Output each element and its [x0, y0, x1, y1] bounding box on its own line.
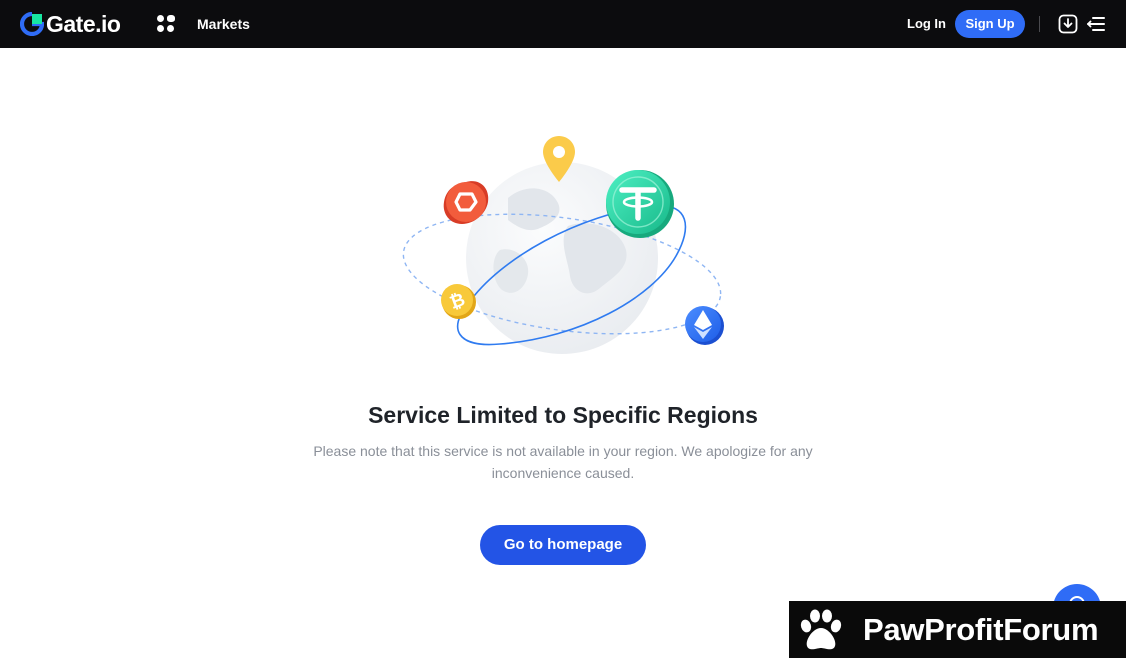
go-to-homepage-button[interactable]: Go to homepage [480, 525, 646, 565]
bitcoin-coin-icon: ₿ [441, 284, 476, 319]
gate-logo[interactable]: Gate.io [20, 11, 121, 37]
top-navigation-bar: Gate.io Markets Log In Sign Up [0, 0, 1126, 48]
page-title: Service Limited to Specific Regions [368, 402, 758, 428]
apps-grid-icon[interactable] [157, 15, 175, 33]
header-divider [1039, 16, 1040, 32]
ethereum-coin-icon [685, 306, 724, 345]
brand-name: Gate.io [46, 11, 121, 37]
watermark-banner: PawProfitForum [789, 601, 1126, 658]
login-link[interactable]: Log In [907, 15, 946, 33]
menu-icon[interactable] [1087, 15, 1105, 33]
page-description: Please note that this service is not ava… [313, 443, 813, 481]
gate-logo-icon [20, 12, 44, 36]
nav-markets-link[interactable]: Markets [197, 15, 250, 33]
region-restricted-illustration: ₿ [402, 136, 724, 354]
signup-button[interactable]: Sign Up [955, 10, 1025, 38]
paw-icon [800, 609, 842, 649]
download-icon[interactable] [1058, 14, 1078, 34]
tether-coin-icon [606, 170, 674, 238]
watermark-text: PawProfitForum [863, 611, 1099, 647]
